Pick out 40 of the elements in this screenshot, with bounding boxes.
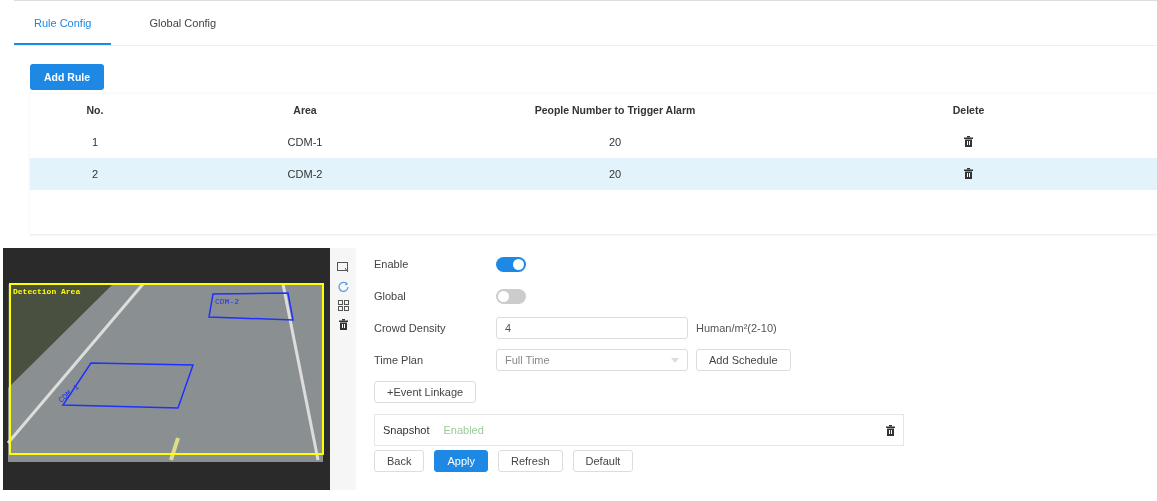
table-cell: 1 bbox=[91, 136, 99, 148]
tab[interactable]: Global Config bbox=[129, 3, 237, 45]
column-header: People Number to Trigger Alarm bbox=[534, 104, 696, 116]
field-label: Crowd Density bbox=[374, 322, 447, 334]
snapshot-status: Enabled bbox=[443, 424, 485, 436]
table-cell: 20 bbox=[608, 136, 622, 148]
add-schedule-button[interactable]: Add Schedule bbox=[696, 349, 791, 371]
action-button[interactable]: Refresh bbox=[498, 450, 563, 472]
action-button[interactable]: Default bbox=[572, 450, 634, 472]
column-header: Area bbox=[293, 104, 317, 116]
column-header: No. bbox=[86, 104, 104, 116]
event-linkage-button[interactable]: +Event Linkage bbox=[374, 381, 477, 403]
delete-icon[interactable] bbox=[964, 135, 973, 147]
toggle-switch[interactable] bbox=[496, 288, 526, 304]
refresh-icon[interactable] bbox=[337, 281, 349, 292]
delete-icon[interactable] bbox=[964, 167, 973, 179]
toggle-switch[interactable] bbox=[496, 256, 526, 272]
unit-label: Human/m²(2-10) bbox=[696, 322, 777, 334]
table-cell: CDM-2 bbox=[287, 168, 323, 180]
grid-icon[interactable] bbox=[337, 300, 349, 311]
trash-icon[interactable] bbox=[338, 319, 348, 330]
field-label: Global bbox=[374, 290, 407, 302]
tab[interactable]: Rule Config bbox=[14, 3, 112, 45]
add-rule-button[interactable]: Add Rule bbox=[30, 64, 105, 90]
action-button[interactable]: Apply bbox=[434, 450, 488, 472]
action-button[interactable]: Back bbox=[374, 450, 425, 472]
column-header: Delete bbox=[952, 104, 985, 116]
table-cell: CDM-1 bbox=[287, 136, 323, 148]
table-cell: 2 bbox=[91, 168, 99, 180]
field-label: Enable bbox=[374, 258, 410, 270]
snapshot-label: Snapshot bbox=[383, 424, 430, 436]
table-row[interactable]: 2 CDM-2 20 bbox=[30, 158, 1157, 190]
field-label: Time Plan bbox=[374, 354, 425, 366]
area-outline: CDM-2 bbox=[208, 292, 294, 321]
crowd-density-field[interactable]: 4 bbox=[496, 317, 688, 339]
trash-icon[interactable] bbox=[886, 424, 895, 436]
time-plan-dropdown[interactable]: Full Time bbox=[496, 349, 688, 371]
table-cell: 20 bbox=[608, 168, 622, 180]
table-row[interactable]: 1 CDM-1 20 bbox=[30, 126, 1157, 158]
rectangle-select-icon[interactable] bbox=[337, 262, 349, 273]
